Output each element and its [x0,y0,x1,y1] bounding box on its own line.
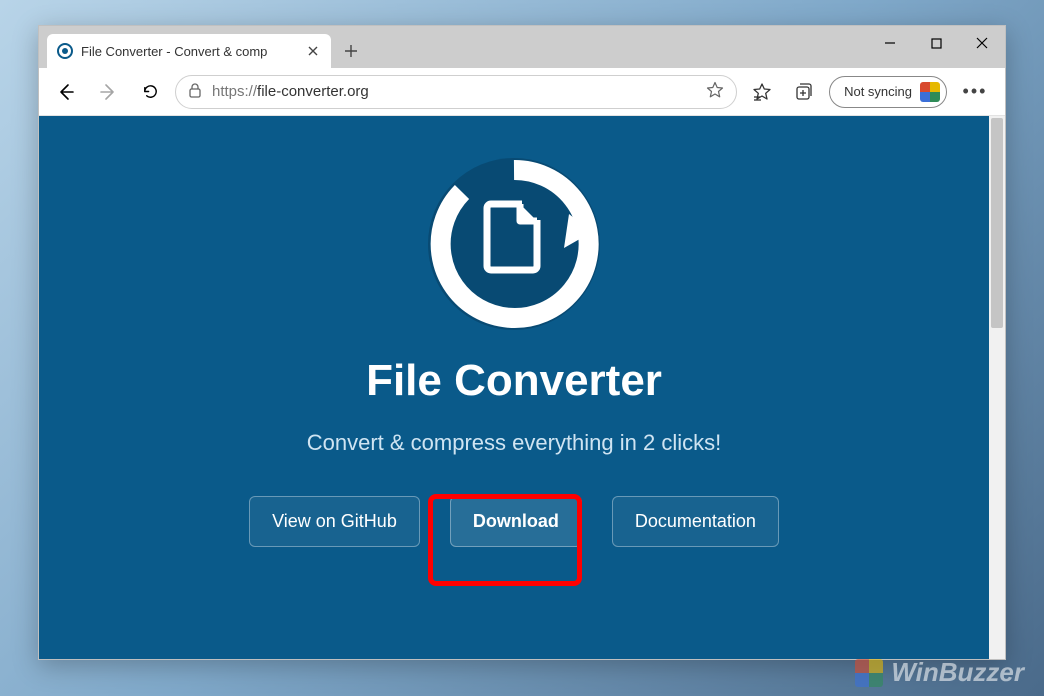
collections-button[interactable] [787,75,821,109]
browser-window: File Converter - Convert & comp [38,25,1006,660]
tab-favicon-icon [57,43,73,59]
page-title: File Converter [366,356,662,406]
hero-button-row: View on GitHub Download Documentation [249,496,779,547]
url-text: https://file-converter.org [212,83,369,100]
close-window-button[interactable] [959,26,1005,60]
toolbar: https://file-converter.org Not syncing •… [39,68,1005,116]
address-bar[interactable]: https://file-converter.org [175,75,737,109]
vertical-scrollbar[interactable] [989,116,1005,659]
maximize-button[interactable] [913,26,959,60]
favorite-star-icon[interactable] [706,81,724,103]
scrollbar-thumb[interactable] [991,118,1003,328]
minimize-button[interactable] [867,26,913,60]
watermark-logo-icon [855,659,883,687]
watermark-text: WinBuzzer [891,657,1024,688]
profile-label: Not syncing [844,84,912,99]
favorites-button[interactable] [745,75,779,109]
app-logo-icon [424,154,604,334]
refresh-button[interactable] [133,75,167,109]
window-controls [867,26,1005,60]
tab-close-button[interactable] [305,43,321,59]
page-content: File Converter Convert & compress everyt… [39,116,989,659]
viewport: File Converter Convert & compress everyt… [39,116,1005,659]
page-subtitle: Convert & compress everything in 2 click… [307,430,722,456]
view-on-github-button[interactable]: View on GitHub [249,496,420,547]
documentation-button[interactable]: Documentation [612,496,779,547]
lock-icon [188,82,202,102]
browser-tab[interactable]: File Converter - Convert & comp [47,34,331,68]
watermark: WinBuzzer [855,657,1024,688]
more-menu-button[interactable]: ••• [955,81,995,102]
profile-avatar-icon [920,82,940,102]
download-button[interactable]: Download [450,496,582,547]
profile-button[interactable]: Not syncing [829,76,947,108]
forward-button[interactable] [91,75,125,109]
titlebar: File Converter - Convert & comp [39,26,1005,68]
new-tab-button[interactable] [335,35,367,67]
back-button[interactable] [49,75,83,109]
tab-title: File Converter - Convert & comp [81,44,297,59]
